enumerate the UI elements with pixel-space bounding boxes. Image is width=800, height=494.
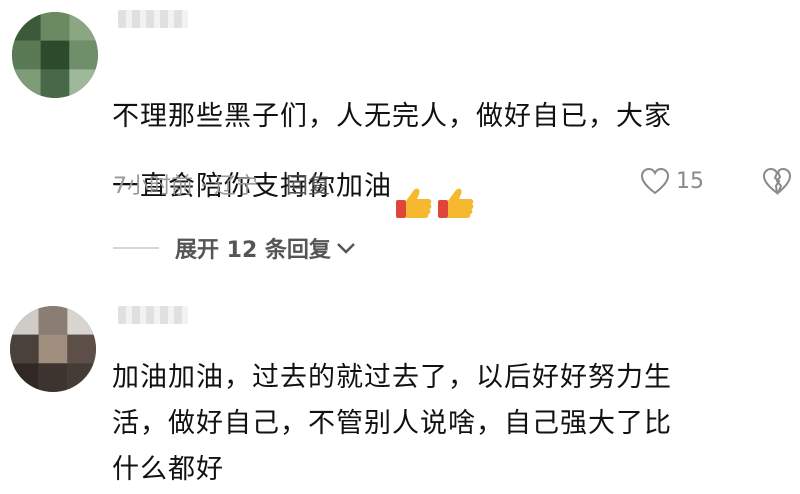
comment-text: 加油加油，过去的就过去了，以后好好努力生 活，做好自己，不管别人说啥，自己强大了… [112, 362, 672, 485]
heart-icon [640, 167, 670, 195]
like-count: 15 [676, 168, 704, 194]
dislike-button[interactable] [762, 167, 792, 199]
avatar[interactable] [12, 12, 98, 98]
avatar-image [12, 12, 98, 98]
broken-heart-icon [762, 167, 792, 196]
like-button[interactable]: 15 [640, 167, 704, 195]
comment-time-location: 7小时前 · 辽宁 [113, 174, 258, 199]
avatar[interactable] [10, 306, 96, 392]
expand-replies-label: 展开 12 条回复 [175, 238, 331, 263]
comment-meta: 7小时前 · 辽宁 回复 [113, 168, 330, 200]
chevron-down-icon [337, 243, 355, 254]
thumbs-up-icon [436, 140, 476, 235]
expand-replies-button[interactable]: 展开 12 条回复 [113, 232, 357, 264]
avatar-image [10, 306, 96, 392]
reply-button[interactable]: 回复 [286, 174, 330, 199]
username-blurred[interactable] [118, 10, 188, 28]
thumbs-up-icon [394, 140, 434, 235]
divider-line [113, 247, 159, 249]
comment-text: 不理那些黑子们，人无完人，做好自已，大家 一直会陪你支持你加油 [112, 48, 792, 235]
username-blurred[interactable] [118, 306, 188, 324]
